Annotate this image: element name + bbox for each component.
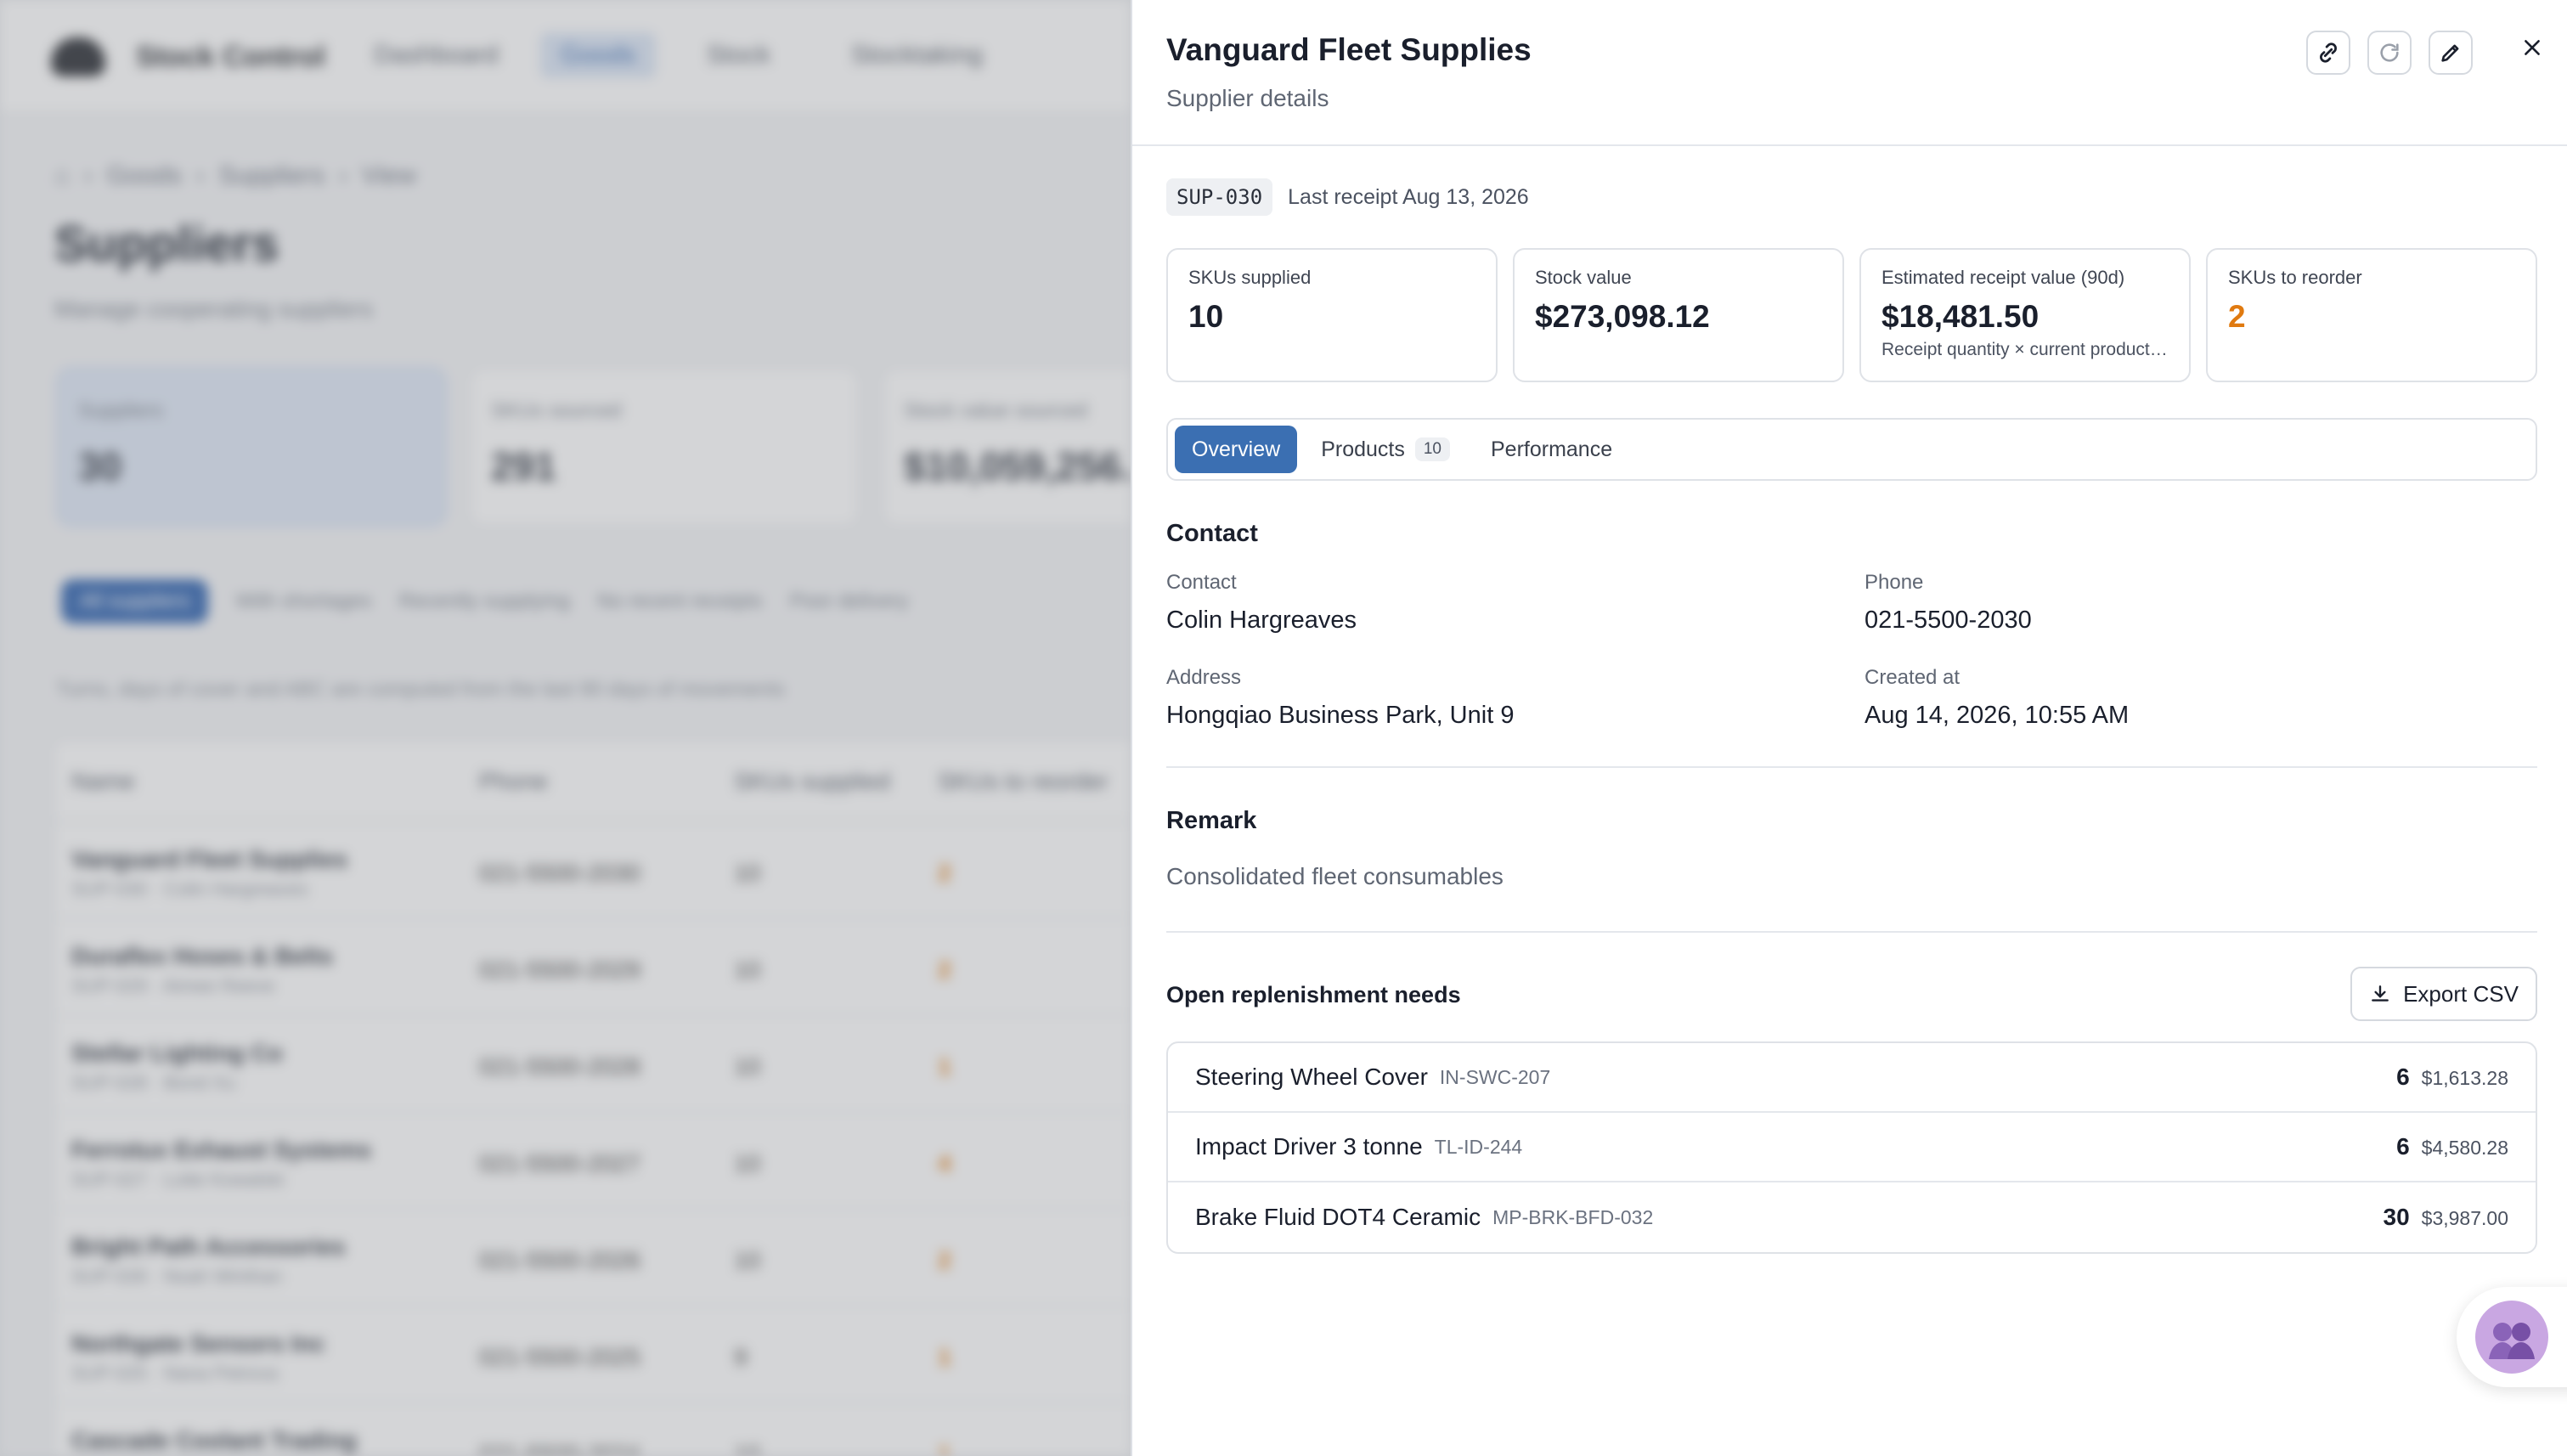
card-label: SKUs supplied — [1188, 267, 1312, 288]
product-sku: TL-ID-244 — [1434, 1135, 1523, 1158]
card-skus-to-reorder: SKUs to reorder 2 — [2206, 248, 2537, 382]
export-csv-label: Export CSV — [2403, 980, 2519, 1007]
people-icon — [2489, 1323, 2535, 1359]
need-quantity: 6 — [2396, 1133, 2410, 1160]
created-at-label: Created at — [1865, 666, 1961, 689]
export-csv-button[interactable]: Export CSV — [2350, 967, 2537, 1021]
assistant-avatar-icon — [2475, 1301, 2548, 1374]
need-values: 6 $1,613.28 — [2396, 1064, 2508, 1091]
contact-value: Colin Hargreaves — [1166, 607, 1357, 634]
need-values: 30 $3,987.00 — [2384, 1204, 2508, 1231]
replenishment-row[interactable]: Brake Fluid DOT4 Ceramic MP-BRK-BFD-032 30… — [1168, 1182, 2536, 1252]
tab-count-badge: 10 — [1414, 437, 1450, 461]
card-stock-value: Stock value $273,098.12 — [1513, 248, 1844, 382]
drawer-header: Vanguard Fleet Supplies Supplier details — [1132, 0, 2567, 146]
divider — [1166, 931, 2537, 933]
last-receipt: Last receipt Aug 13, 2026 — [1288, 184, 1529, 209]
remark-text: Consolidated fleet consumables — [1166, 863, 1504, 889]
contact-label: Contact — [1166, 571, 1237, 594]
replenishment-row[interactable]: Steering Wheel Cover IN-SWC-207 6 $1,613.28 — [1168, 1043, 2536, 1113]
phone-value: 021-5500-2030 — [1865, 607, 2032, 634]
card-value: 2 — [2228, 299, 2246, 334]
created-at-value: Aug 14, 2026, 10:55 AM — [1865, 702, 2130, 729]
card-estimated-receipt-value: Estimated receipt value (90d) $18,481.50… — [1859, 248, 2191, 382]
product-sku: MP-BRK-BFD-032 — [1492, 1205, 1654, 1228]
assistant-launcher[interactable] — [2457, 1287, 2567, 1387]
tab-label: Overview — [1192, 437, 1281, 461]
phone-label: Phone — [1865, 571, 1924, 594]
replenishment-list: Steering Wheel Cover IN-SWC-207 6 $1,613.28… — [1166, 1041, 2537, 1254]
tab-performance[interactable]: Performance — [1474, 426, 1629, 473]
card-note: Receipt quantity × current product price — [1882, 340, 2169, 359]
supplier-meta: SUP-030 Last receipt Aug 13, 2026 — [1166, 178, 1529, 216]
address-value: Hongqiao Business Park, Unit 9 — [1166, 702, 1515, 729]
contact-section-title: Contact — [1166, 520, 1258, 547]
product-name: Steering Wheel Cover — [1195, 1064, 1428, 1090]
card-label: SKUs to reorder — [2228, 267, 2362, 288]
tab-products[interactable]: Products 10 — [1304, 426, 1467, 473]
supplier-code: SUP-030 — [1166, 178, 1273, 216]
remark-section-title: Remark — [1166, 807, 1257, 834]
tab-label: Performance — [1491, 437, 1613, 461]
link-icon — [2320, 42, 2337, 63]
supplier-detail-drawer: Vanguard Fleet Supplies Supplier details… — [1131, 0, 2567, 1456]
drawer-subtitle: Supplier details — [1166, 85, 1329, 111]
card-value: $273,098.12 — [1535, 299, 1710, 334]
product-name: Impact Driver 3 tonne — [1195, 1133, 1423, 1160]
need-amount: $3,987.00 — [2421, 1207, 2508, 1229]
refresh-icon — [2380, 43, 2399, 62]
divider — [1166, 766, 2537, 768]
card-label: Stock value — [1535, 267, 1632, 288]
replenishment-section-title: Open replenishment needs — [1166, 982, 1461, 1007]
detail-tabs: Overview Products 10 Performance — [1166, 418, 2537, 481]
close-icon — [2525, 40, 2540, 55]
replenishment-row[interactable]: Impact Driver 3 tonne TL-ID-244 6 $4,580.28 — [1168, 1113, 2536, 1182]
product-sku: IN-SWC-207 — [1439, 1065, 1551, 1088]
card-label: Estimated receipt value (90d) — [1882, 267, 2125, 288]
edit-icon — [2441, 44, 2459, 62]
need-quantity: 6 — [2396, 1064, 2410, 1090]
address-label: Address — [1166, 666, 1242, 689]
need-amount: $4,580.28 — [2421, 1137, 2508, 1159]
edit-button[interactable] — [2429, 31, 2473, 75]
refresh-button[interactable] — [2367, 31, 2412, 75]
modal-backdrop[interactable] — [0, 0, 1131, 1456]
copy-link-button[interactable] — [2306, 31, 2350, 75]
tab-overview[interactable]: Overview — [1175, 426, 1298, 473]
drawer-title: Vanguard Fleet Supplies — [1166, 32, 1532, 67]
product-name: Brake Fluid DOT4 Ceramic — [1195, 1204, 1481, 1230]
need-quantity: 30 — [2383, 1204, 2410, 1230]
card-value: $18,481.50 — [1882, 299, 2039, 334]
card-value: 10 — [1188, 299, 1224, 334]
tab-label: Products — [1321, 437, 1405, 461]
summary-cards: SKUs supplied 10 Stock value $273,098.12… — [1166, 248, 2537, 382]
close-button[interactable] — [2512, 27, 2553, 68]
download-icon — [2372, 985, 2389, 1002]
need-values: 6 $4,580.28 — [2396, 1133, 2508, 1160]
need-amount: $1,613.28 — [2421, 1067, 2508, 1089]
card-skus-supplied: SKUs supplied 10 — [1166, 248, 1498, 382]
